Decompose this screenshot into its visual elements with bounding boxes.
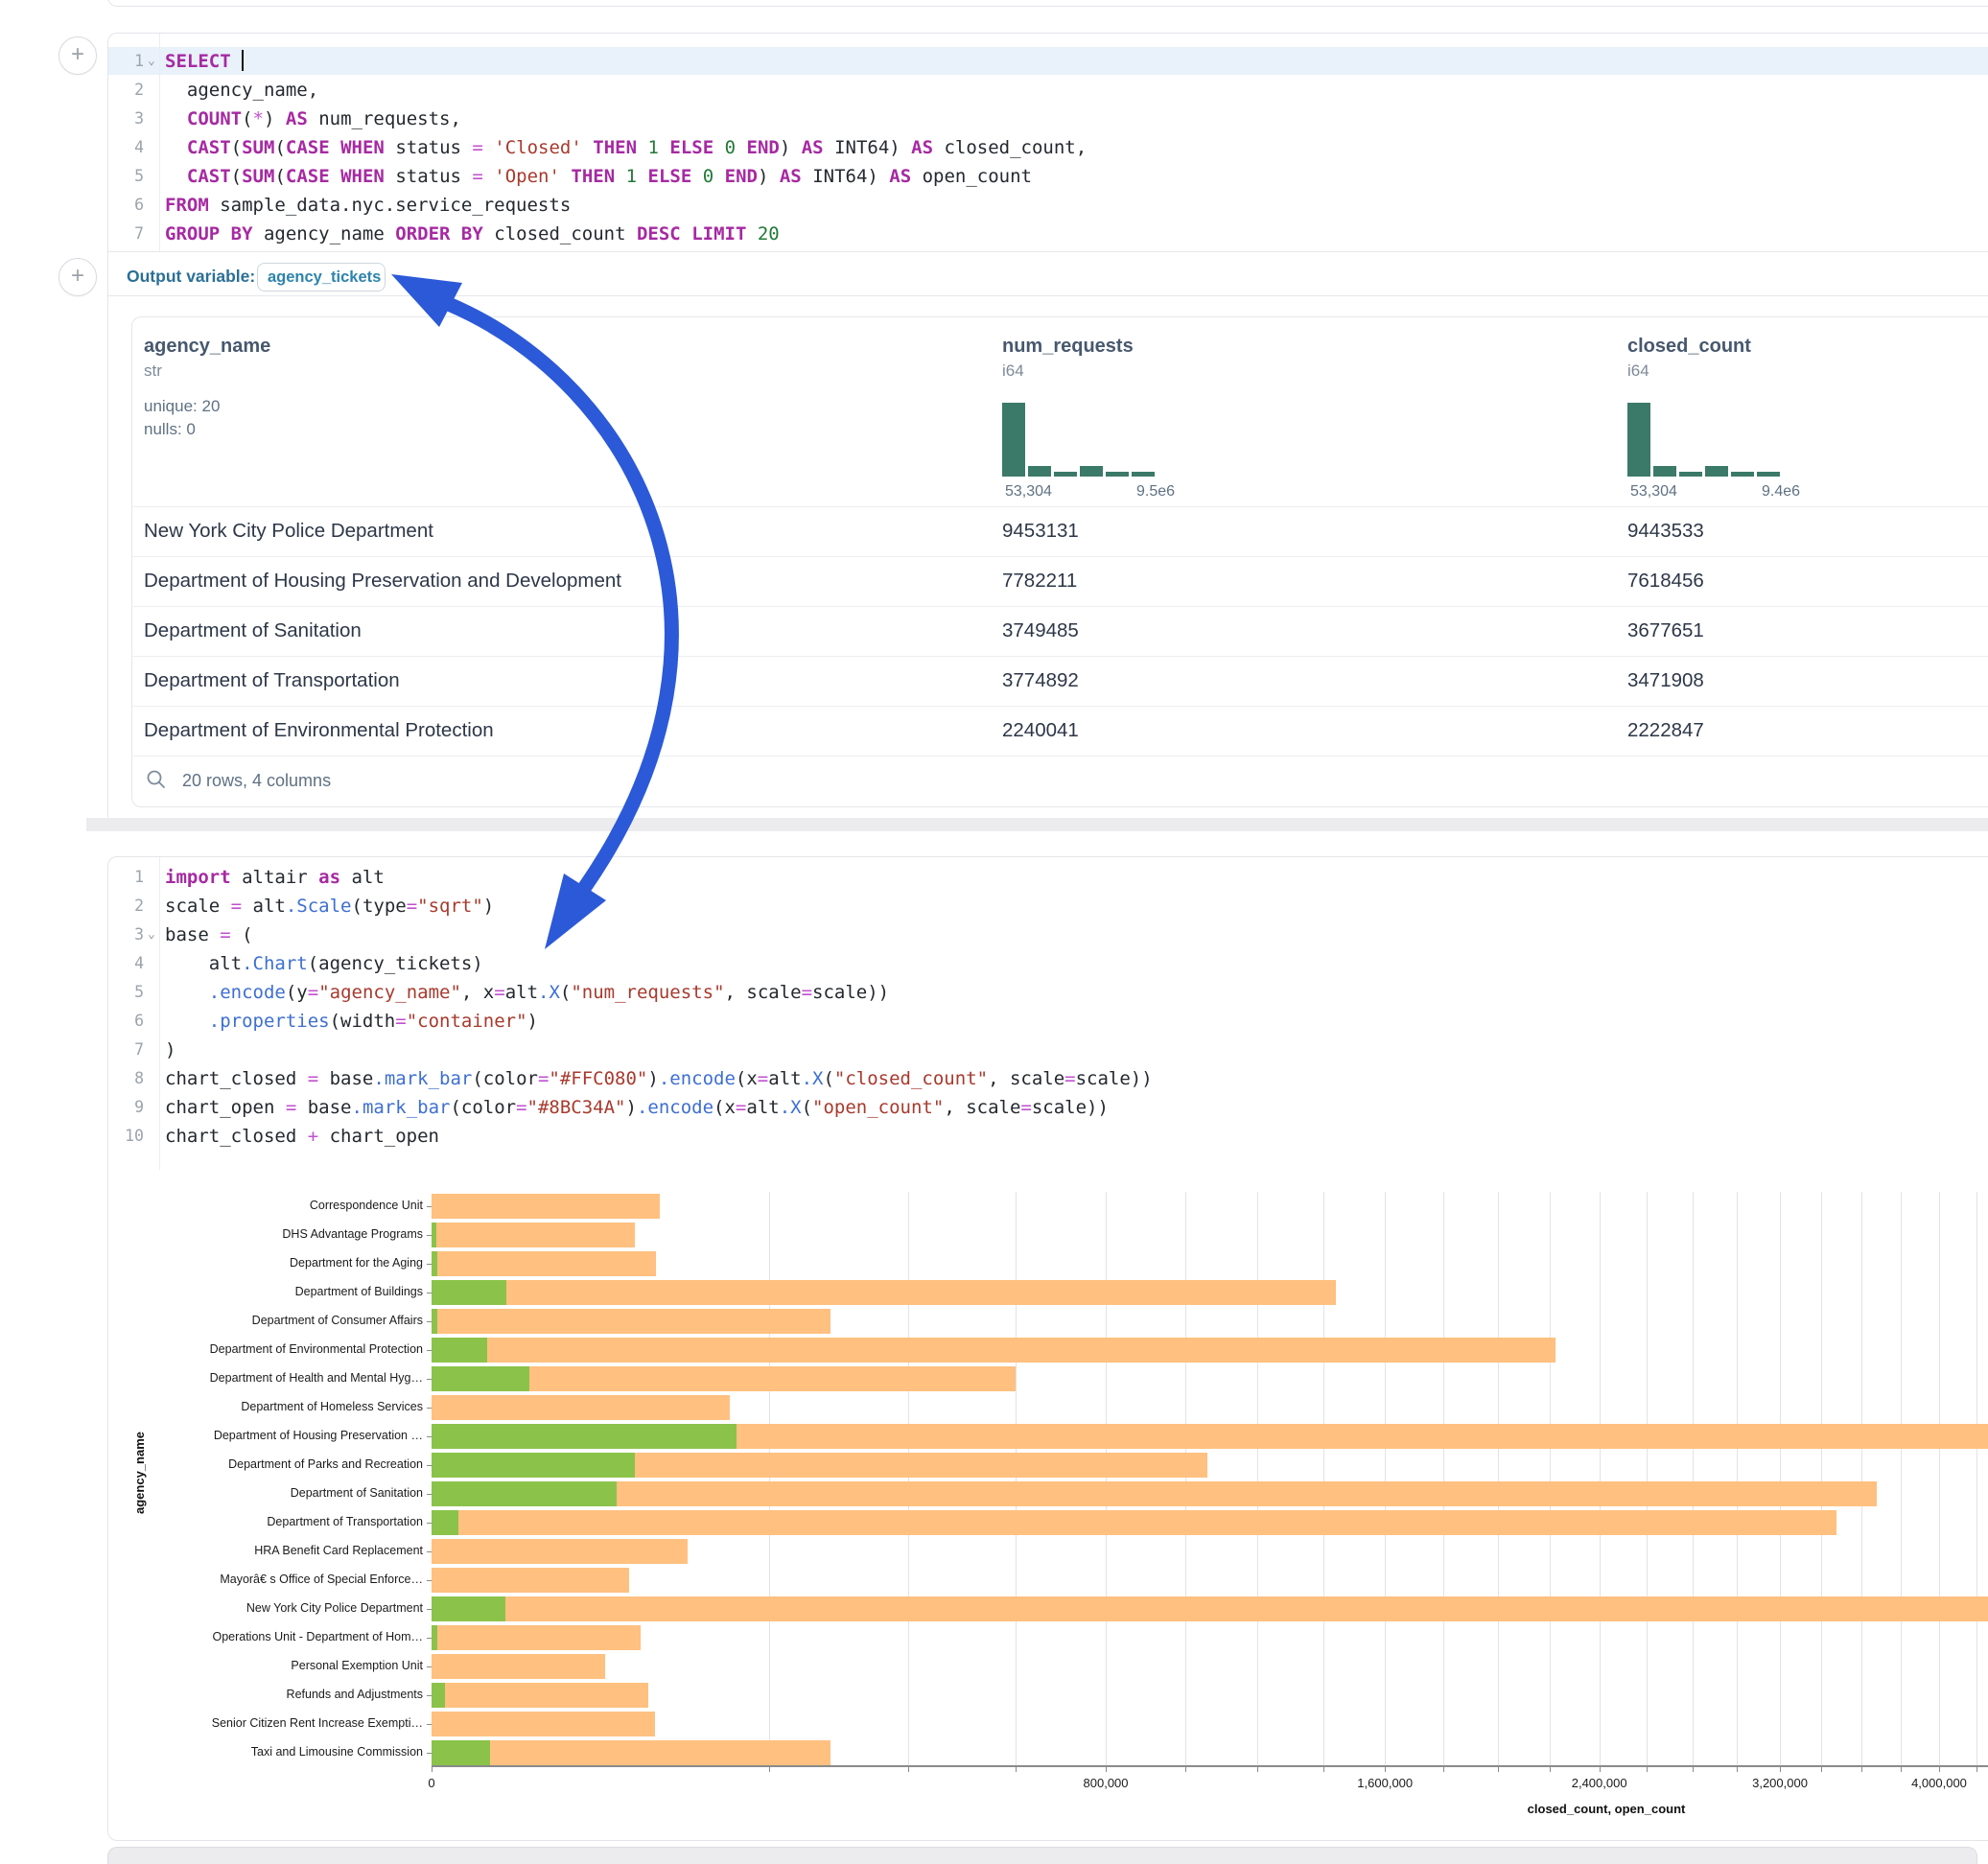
annotation-arrow xyxy=(0,0,1988,1864)
notebook-page: + + 1⌄SELECT 2 agency_name,3 COUNT(*) AS… xyxy=(0,0,1988,1864)
